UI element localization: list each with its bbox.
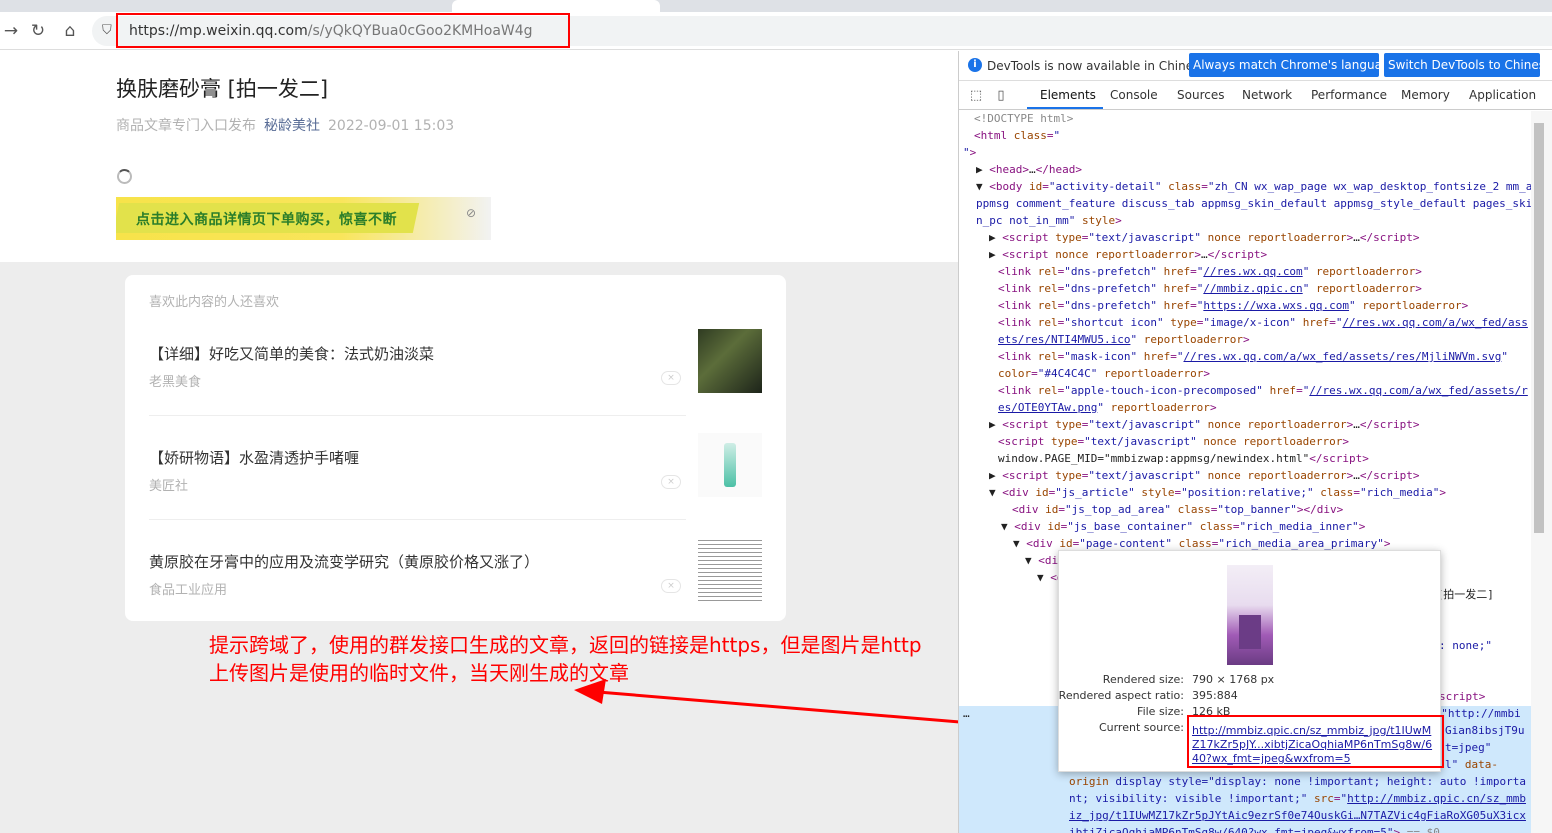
info-icon: i [968,58,982,72]
dom-line[interactable]: ▶ <head>…</head> [959,162,1531,179]
dom-line-selected[interactable]: origin display style="display: none !imp… [959,774,1531,791]
dom-line[interactable]: window.PAGE_MID="mmbizwap:appmsg/newinde… [959,451,1531,468]
browser-tab[interactable] [235,0,395,12]
scrollbar-thumb[interactable] [1534,123,1544,533]
source-highlight-box [1187,715,1444,768]
dom-line[interactable]: ▶ <script type="text/javascript" nonce r… [959,230,1531,247]
tab-memory[interactable]: Memory [1401,88,1450,102]
recommend-item[interactable]: 【详细】好吃又简单的美食：法式奶油淡菜 老黑美食 × [149,329,762,433]
dom-line[interactable]: <!DOCTYPE html> [959,111,1531,128]
recommend-card: 喜欢此内容的人还喜欢 【详细】好吃又简单的美食：法式奶油淡菜 老黑美食 × 【娇… [125,275,786,621]
devtools-infobar: i DevTools is now available in Chinese! … [959,51,1552,81]
tab-application[interactable]: Application [1469,88,1536,102]
devtools-tabs: ⬚ ▯ Elements Console Sources Network Per… [959,82,1552,110]
browser-tab[interactable] [30,0,170,12]
item-title: 【娇研物语】水盈清透护手啫喱 [149,449,360,467]
dom-line[interactable]: <link rel="dns-prefetch" href="https://w… [959,298,1531,315]
tab-strip [0,0,1552,12]
link-icon: ⊘ [466,206,477,220]
web-page: 换肤磨砂膏 [拍一发二] 商品文章专门入口发布 秘龄美社 2022-09-01 15… [0,51,958,833]
preview-image [1227,565,1273,665]
dom-line-selected[interactable]: ibtjZicaOqhiaMP6nTmSg8w/640?wx_fmt=jpeg&… [959,825,1531,833]
infobar-message: DevTools is now available in Chinese! [987,59,1212,73]
article-title: 换肤磨砂膏 [拍一发二] [116,77,329,101]
article-meta: 商品文章专门入口发布 秘龄美社 2022-09-01 15:03 [116,115,454,135]
item-thumbnail [698,433,762,497]
item-source: 美匠社 [149,479,189,494]
reload-icon[interactable]: ↻ [27,20,49,42]
aspect-value: 395:884 [1192,689,1238,702]
home-icon[interactable]: ⌂ [59,20,81,42]
product-box-shape [1239,615,1261,649]
switch-chinese-button[interactable]: Switch DevTools to Chinese [1384,53,1552,77]
dom-line[interactable]: ▶ <script type="text/javascript" nonce r… [959,417,1531,434]
dom-line[interactable]: <link rel="dns-prefetch" href="//res.wx.… [959,264,1531,281]
match-language-button[interactable]: Always match Chrome's language [1189,53,1397,77]
dismiss-icon[interactable]: × [661,371,681,385]
meta-time: 2022-09-01 15:03 [328,118,455,134]
forward-icon[interactable]: → [0,20,22,42]
banner-text: 点击进入商品详情页下单购买，惊喜不断 [136,212,397,228]
meta-source: 商品文章专门入口发布 [116,118,256,134]
product-banner[interactable]: 点击进入商品详情页下单购买，惊喜不断 ⊘ [116,197,491,240]
dom-line[interactable]: <link rel="shortcut icon" type="image/x-… [959,315,1531,332]
inspect-icon[interactable]: ⬚ [967,87,985,105]
item-source: 食品工业应用 [149,583,228,598]
item-thumbnail [698,329,762,393]
tab-sources[interactable]: Sources [1177,88,1224,102]
filesize-label: File size: [1137,705,1184,718]
dom-line[interactable]: <link rel="mask-icon" href="//res.wx.qq.… [959,349,1531,366]
dom-line[interactable]: ▼ <div id="js_article" style="position:r… [959,485,1531,502]
browser-tab-active[interactable] [452,0,660,12]
dom-line-selected[interactable]: nt; visibility: visible !important;" src… [959,791,1531,808]
dom-line[interactable]: n_pc not_in_mm" style> [959,213,1531,230]
tab-console[interactable]: Console [1110,88,1158,102]
dom-line[interactable]: ▶ <script nonce reportloaderror>…</scrip… [959,247,1531,264]
shield-icon[interactable]: ⛉ [102,23,116,39]
annotation-line-2: 上传图片是使用的临时文件，当天刚生成的文章 [209,661,629,685]
recommend-heading: 喜欢此内容的人还喜欢 [149,295,280,310]
dom-line[interactable]: <div id="js_top_ad_area" class="top_bann… [959,502,1531,519]
tab-performance[interactable]: Performance [1311,88,1387,102]
active-tab-indicator [1027,107,1103,109]
article-header: 换肤磨砂膏 [拍一发二] 商品文章专门入口发布 秘龄美社 2022-09-01 15… [0,51,958,262]
dom-line[interactable]: <link rel="dns-prefetch" href="//mmbiz.q… [959,281,1531,298]
dom-line[interactable]: "> [959,145,1531,162]
divider [149,415,686,416]
item-title: 【详细】好吃又简单的美食：法式奶油淡菜 [149,345,435,363]
tab-network[interactable]: Network [1242,88,1292,102]
url-highlight-box [116,13,570,48]
dom-line[interactable]: ppmsg comment_feature discuss_tab appmsg… [959,196,1531,213]
dom-line[interactable]: <link rel="apple-touch-icon-precomposed"… [959,383,1531,400]
dom-line[interactable]: es/OTE0YTAw.png" reportloaderror> [959,400,1531,417]
dismiss-icon[interactable]: × [661,579,681,593]
tab-elements[interactable]: Elements [1040,88,1096,102]
rendered-size-value: 790 × 1768 px [1192,673,1275,686]
dom-line[interactable]: ets/res/NTI4MWU5.ico" reportloaderror> [959,332,1531,349]
recommend-item[interactable]: 【娇研物语】水盈清透护手啫喱 美匠社 × [149,433,762,537]
device-icon[interactable]: ▯ [992,87,1010,105]
dom-line[interactable]: color="#4C4C4C" reportloaderror> [959,366,1531,383]
dismiss-icon[interactable]: × [661,475,681,489]
dom-line[interactable]: ▼ <body id="activity-detail" class="zh_C… [959,179,1531,196]
dom-line[interactable]: ▶ <script type="text/javascript" nonce r… [959,468,1531,485]
devtools-scrollbar[interactable] [1531,111,1552,833]
recommend-item[interactable]: 黄原胶在牙膏中的应用及流变学研究（黄原胶价格又涨了） 食品工业应用 × [149,537,762,641]
loading-spinner-icon [117,169,132,184]
dom-line[interactable]: <script type="text/javascript" nonce rep… [959,434,1531,451]
item-thumbnail [698,537,762,601]
rendered-size-label: Rendered size: [1102,673,1184,686]
aspect-label: Rendered aspect ratio: [1058,689,1184,702]
meta-author[interactable]: 秘龄美社 [264,118,320,134]
dom-line-selected[interactable]: iz_jpg/t1IUwMZ17kZr5pJYtAic9ezrSf0e74Ous… [959,808,1531,825]
source-label: Current source: [1098,721,1184,734]
item-title: 黄原胶在牙膏中的应用及流变学研究（黄原胶价格又涨了） [149,553,540,571]
item-source: 老黑美食 [149,375,202,390]
divider [149,519,686,520]
dom-line[interactable]: <html class=" [959,128,1531,145]
dom-line[interactable]: ▼ <div id="js_base_container" class="ric… [959,519,1531,536]
annotation-line-1: 提示跨域了，使用的群发接口生成的文章，返回的链接是https，但是图片是http [209,633,922,657]
